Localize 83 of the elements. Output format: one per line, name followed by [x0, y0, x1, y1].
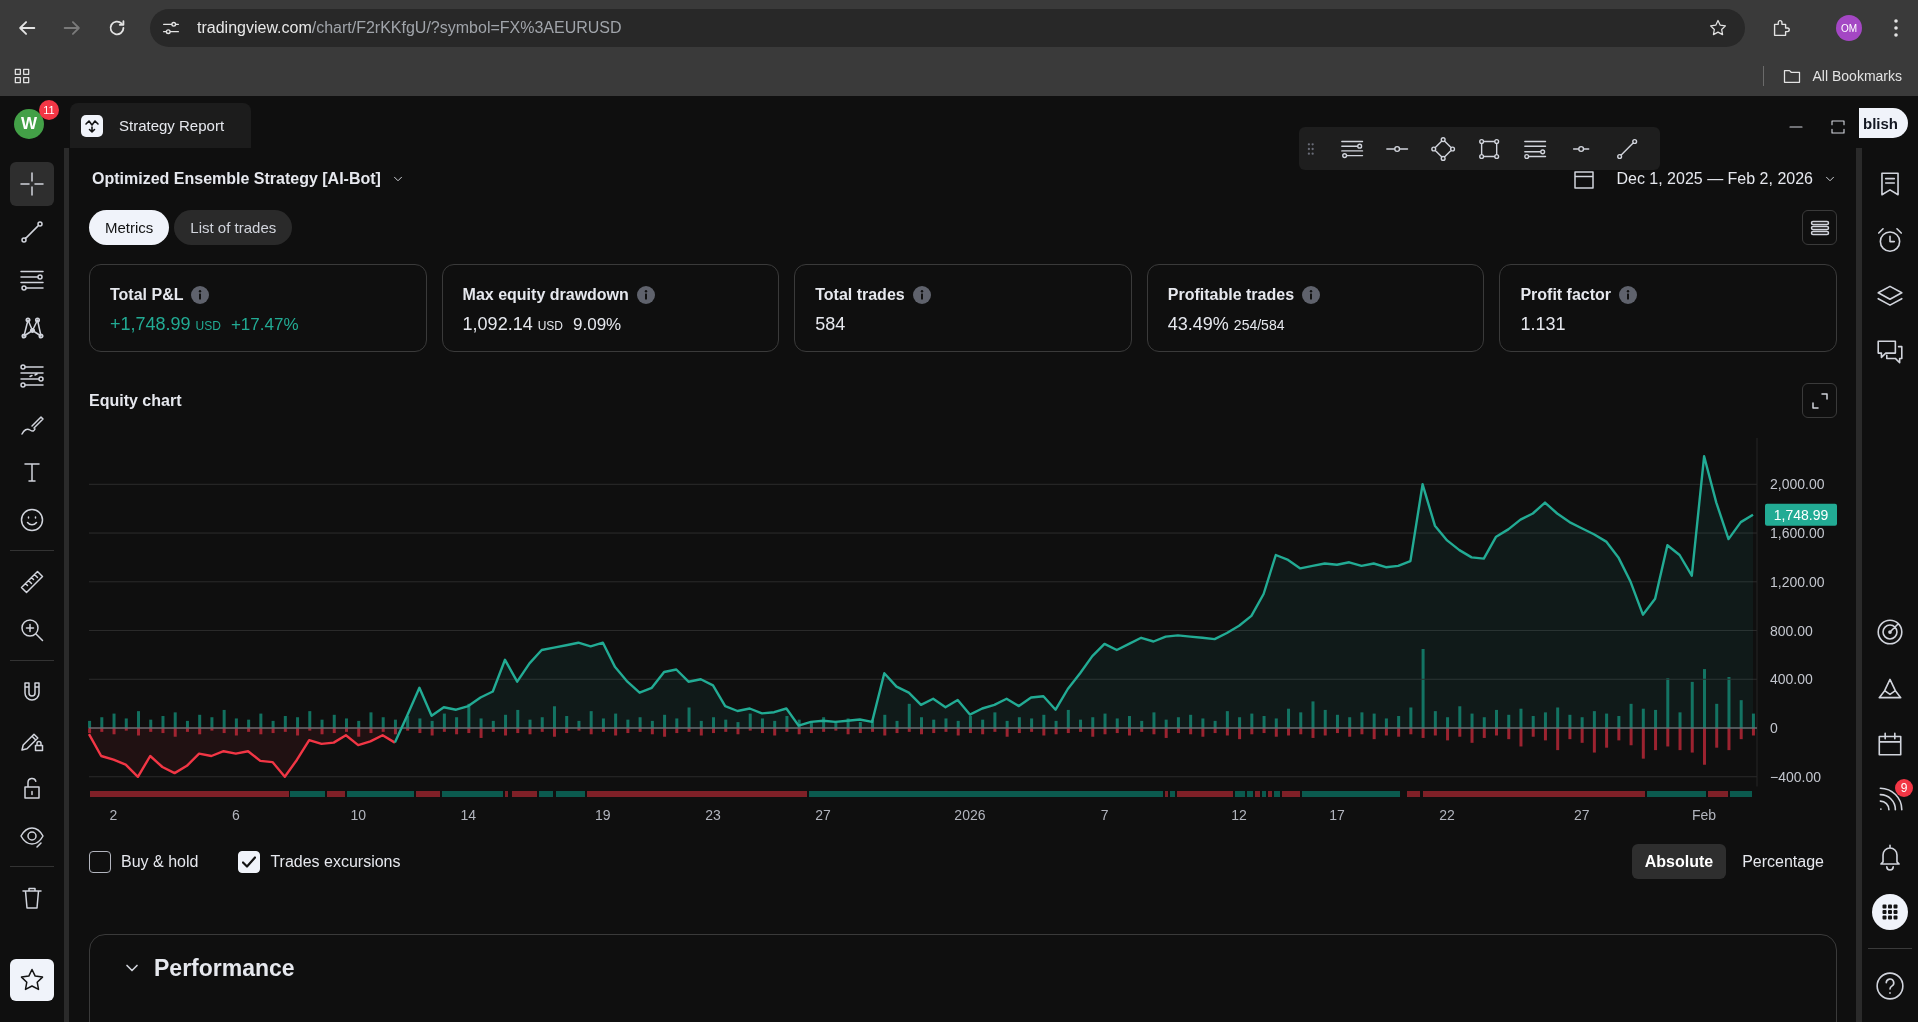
notification-badge: 11 — [39, 100, 59, 120]
x-axis-label: 27 — [1573, 807, 1590, 823]
x-axis-label: 12 — [1231, 807, 1247, 823]
segment-button[interactable]: Percentage — [1729, 844, 1837, 879]
tool-button[interactable] — [10, 162, 54, 206]
info-icon[interactable] — [1302, 286, 1321, 304]
menu-icon[interactable] — [1893, 18, 1899, 38]
x-axis-label: Feb — [1692, 807, 1717, 823]
metric-title: Total P&L — [110, 286, 184, 304]
x-axis-label: 14 — [460, 807, 477, 823]
tab[interactable]: Strategy Report — [70, 103, 251, 148]
y-axis-label: 0 — [1770, 720, 1778, 736]
metric-unit: USD — [537, 319, 563, 333]
bookmarks-folder[interactable]: All Bookmarks — [1781, 66, 1902, 86]
ruler-icon — [18, 568, 46, 596]
publish-button[interactable]: blish — [1859, 108, 1908, 138]
last-value-label: 1,748.99 — [1765, 503, 1837, 526]
x-axis-label: 23 — [705, 807, 721, 823]
x-axis-label: 19 — [595, 807, 611, 823]
checkmark-icon — [242, 855, 257, 868]
bookmark-star-icon[interactable] — [1708, 18, 1728, 38]
info-icon[interactable] — [1619, 286, 1638, 304]
help-icon[interactable] — [1875, 971, 1905, 1001]
metric-value: +1,748.99 — [110, 314, 191, 335]
drag-handle-icon[interactable] — [1307, 141, 1315, 156]
y-axis-label: 1,600.00 — [1770, 525, 1825, 542]
metric-value: 1.131 — [1520, 314, 1566, 335]
y-axis-label: 400.00 — [1770, 671, 1813, 688]
crosshair-icon — [18, 170, 46, 198]
apps-grid-icon[interactable] — [1872, 894, 1908, 930]
metric-title: Profit factor — [1520, 286, 1612, 304]
metric-value: 43.49% — [1167, 314, 1229, 335]
x-axis-label: 2 — [109, 807, 118, 823]
y-axis-label: 1,200.00 — [1770, 573, 1825, 590]
info-icon[interactable] — [191, 286, 210, 304]
x-axis-label: 6 — [231, 807, 240, 823]
section-title[interactable]: Performance — [154, 954, 295, 982]
metric-percent: +17.47% — [230, 315, 299, 335]
x-axis-label: 27 — [815, 807, 831, 823]
x-axis-label: 10 — [350, 807, 366, 823]
address-bar[interactable]: tradingview.com/chart/F2rKKfgU/?symbol=FX%3AEURUSD — [150, 9, 1745, 47]
checkbox[interactable] — [89, 850, 111, 873]
x-axis-label: 22 — [1439, 807, 1455, 823]
diamond-icon[interactable] — [1430, 134, 1457, 163]
date-range-dropdown[interactable]: Dec 1, 2025 — Feb 2, 2026 — [1616, 170, 1837, 188]
tab[interactable]: Metrics — [89, 210, 170, 245]
metric-title: Profitable trades — [1167, 286, 1295, 304]
notification-badge: 9 — [1895, 779, 1913, 797]
strategy-icon — [81, 114, 103, 137]
checkbox-label: Buy & hold — [121, 852, 199, 871]
strategy-dropdown[interactable]: Optimized Ensemble Strategy [AI-Bot] — [92, 170, 405, 188]
segment-button[interactable]: Absolute — [1631, 844, 1727, 879]
x-axis-label: 7 — [1100, 807, 1109, 823]
checkbox-label: Trades excursions — [270, 852, 401, 871]
maximize-icon[interactable] — [1829, 118, 1847, 136]
tab[interactable]: List of trades — [174, 210, 293, 245]
smiley-icon — [18, 506, 46, 534]
y-axis-label: 800.00 — [1770, 622, 1813, 639]
metric-title: Total trades — [815, 286, 905, 304]
info-icon[interactable] — [912, 286, 931, 304]
address-text[interactable]: tradingview.com/chart/F2rKKfgU/?symbol=FX%3AEURUSD — [197, 19, 1708, 37]
metric-value: 1,092.14 — [462, 314, 533, 335]
favorites-button[interactable] — [10, 959, 54, 1001]
layout-button[interactable] — [1802, 210, 1837, 245]
zoom-in-icon — [18, 616, 46, 644]
metric-value: 584 — [815, 314, 846, 335]
trend-line-icon — [18, 218, 46, 246]
profile-avatar[interactable]: OM — [1836, 15, 1862, 41]
y-axis-label: −400.00 — [1770, 768, 1821, 785]
expand-button[interactable] — [1802, 383, 1837, 418]
alarm-clock-icon[interactable] — [1875, 225, 1905, 255]
metric-unit: USD — [195, 319, 221, 333]
target-icon[interactable] — [1875, 617, 1905, 647]
info-icon[interactable] — [636, 286, 655, 304]
y-axis-label: 2,000.00 — [1770, 476, 1825, 493]
apps-icon[interactable] — [12, 66, 32, 86]
lines-nodes-icon — [18, 362, 46, 390]
metric-percent: 9.09% — [573, 315, 622, 335]
chart-title: Equity chart — [89, 391, 182, 410]
metric-detail: 254/584 — [1233, 317, 1285, 333]
metric-title: Max equity drawdown — [462, 286, 629, 304]
x-axis-label: 17 — [1329, 807, 1345, 823]
x-axis-label: 2026 — [954, 807, 986, 823]
